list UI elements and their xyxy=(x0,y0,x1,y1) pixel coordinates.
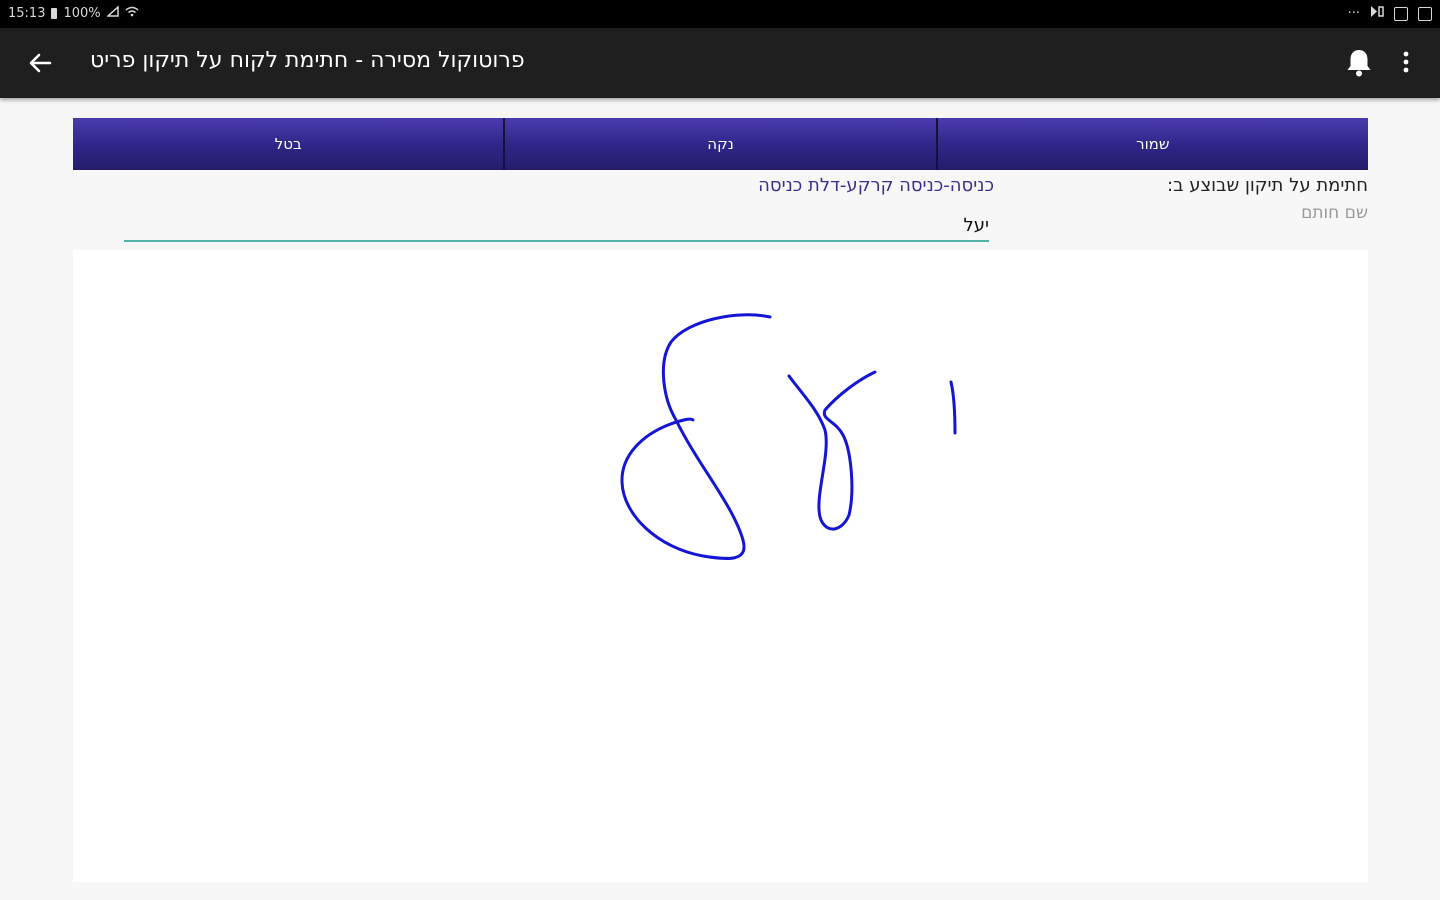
signer-name-input[interactable] xyxy=(124,210,989,242)
notifications-button[interactable] xyxy=(1344,46,1374,78)
signature-drawing xyxy=(620,313,957,561)
battery-icon xyxy=(51,8,58,19)
status-time: 15:13 xyxy=(8,6,46,21)
location-text: כניסה-כניסה קרקע-דלת כניסה xyxy=(758,175,994,196)
page-title: פרוטוקול מסירה - חתימת לקוח על תיקון פרי… xyxy=(90,48,525,73)
image-icon xyxy=(1418,6,1432,21)
app-bar: פרוטוקול מסירה - חתימת לקוח על תיקון פרי… xyxy=(0,28,1440,98)
overflow-menu-button[interactable] xyxy=(1396,46,1416,78)
signer-name-caption: שם חותם xyxy=(1301,203,1368,223)
signature-label: חתימת על תיקון שבוצע ב: xyxy=(1167,175,1368,196)
more-vert-icon xyxy=(1403,51,1409,73)
back-button[interactable] xyxy=(22,45,58,81)
bell-icon xyxy=(1347,50,1371,77)
signature-pad[interactable] xyxy=(73,250,1368,882)
wifi-icon xyxy=(125,6,139,21)
media-icon xyxy=(1370,5,1384,22)
more-status-icon: ··· xyxy=(1347,6,1360,21)
action-buttons: בטל נקה שמור xyxy=(73,118,1368,170)
arrow-back-icon xyxy=(29,53,52,73)
clear-button[interactable]: נקה xyxy=(505,118,938,170)
status-bar: 15:13 100% ··· xyxy=(0,0,1440,28)
save-button[interactable]: שמור xyxy=(937,118,1368,170)
battery-level: 100% xyxy=(63,6,101,21)
gallery-icon xyxy=(1394,6,1408,21)
signal-icon xyxy=(105,5,119,21)
cancel-button[interactable]: בטל xyxy=(73,118,506,170)
